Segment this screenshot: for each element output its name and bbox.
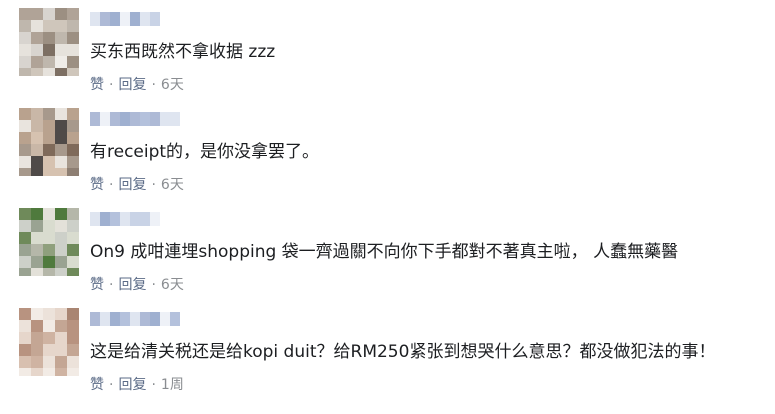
commenter-name-blurred[interactable] [90, 312, 180, 328]
separator-dot: · [151, 177, 156, 193]
timestamp[interactable]: 6天 [161, 277, 184, 293]
commenter-name-blurred[interactable] [90, 112, 180, 128]
like-button[interactable]: 赞 [90, 77, 104, 93]
reply-button[interactable]: 回复 [118, 177, 146, 193]
comment-item: 买东西既然不拿收据 zzz 赞 · 回复 · 6天 [0, 0, 775, 100]
comment-item: On9 成咁連埋shopping 袋一齊過關不向你下手都對不著真主啦， 人蠢無藥… [0, 200, 775, 300]
comment-text: On9 成咁連埋shopping 袋一齊過關不向你下手都對不著真主啦， 人蠢無藥… [90, 242, 679, 262]
separator-dot: · [109, 377, 114, 393]
reply-button[interactable]: 回复 [118, 77, 146, 93]
separator-dot: · [109, 277, 114, 293]
comment-text: 有receipt的，是你没拿罢了。 [90, 142, 320, 162]
avatar[interactable] [19, 108, 79, 176]
separator-dot: · [151, 77, 156, 93]
comment-text: 买东西既然不拿收据 zzz [90, 42, 276, 62]
avatar[interactable] [19, 308, 79, 376]
comment-meta: 赞 · 回复 · 6天 [90, 176, 184, 194]
like-button[interactable]: 赞 [90, 277, 104, 293]
avatar[interactable] [19, 208, 79, 276]
avatar[interactable] [19, 8, 79, 76]
like-button[interactable]: 赞 [90, 377, 104, 393]
reply-button[interactable]: 回复 [118, 277, 146, 293]
separator-dot: · [151, 377, 156, 393]
comment-meta: 赞 · 回复 · 6天 [90, 276, 184, 294]
timestamp[interactable]: 6天 [161, 177, 184, 193]
comment-item: 这是给清关税还是给kopi duit？给RM250紧张到想哭什么意思？都没做犯法… [0, 300, 775, 400]
timestamp[interactable]: 6天 [161, 77, 184, 93]
comment-text: 这是给清关税还是给kopi duit？给RM250紧张到想哭什么意思？都没做犯法… [90, 342, 716, 362]
like-button[interactable]: 赞 [90, 177, 104, 193]
reply-button[interactable]: 回复 [118, 377, 146, 393]
comment-item: 有receipt的，是你没拿罢了。 赞 · 回复 · 6天 [0, 100, 775, 200]
separator-dot: · [151, 277, 156, 293]
commenter-name-blurred[interactable] [90, 212, 160, 228]
comment-meta: 赞 · 回复 · 6天 [90, 76, 184, 94]
timestamp[interactable]: 1周 [161, 377, 184, 393]
separator-dot: · [109, 77, 114, 93]
commenter-name-blurred[interactable] [90, 12, 160, 28]
separator-dot: · [109, 177, 114, 193]
comment-meta: 赞 · 回复 · 1周 [90, 376, 184, 394]
